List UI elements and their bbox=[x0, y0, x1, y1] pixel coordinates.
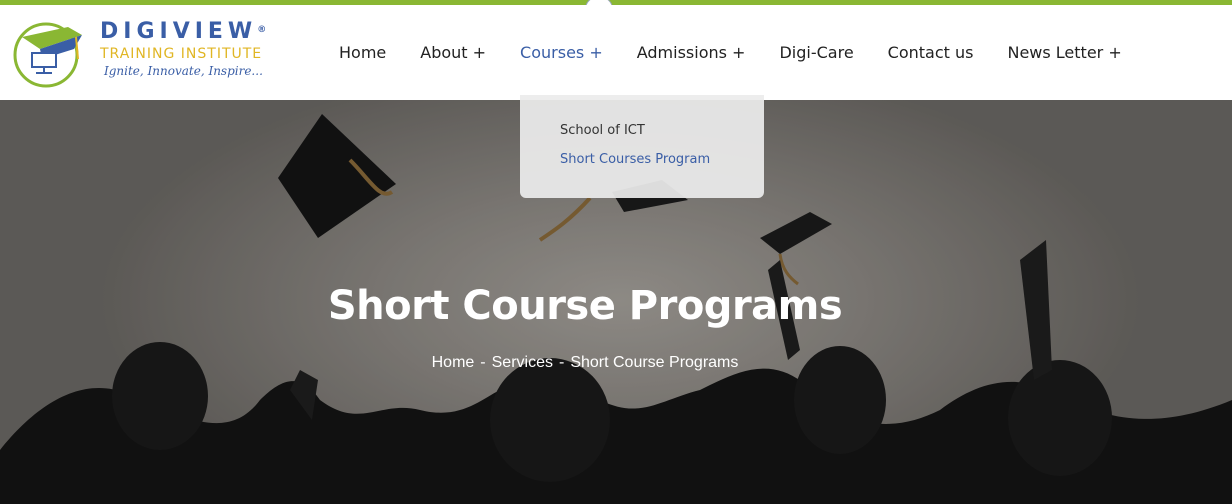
site-header: DIGIVIEW® TRAINING INSTITUTE Ignite, Inn… bbox=[0, 5, 1232, 100]
breadcrumb-home[interactable]: Home bbox=[432, 354, 475, 371]
nav-about[interactable]: About + bbox=[403, 43, 503, 62]
logo[interactable]: DIGIVIEW® TRAINING INSTITUTE Ignite, Inn… bbox=[12, 19, 282, 89]
breadcrumb-separator: - bbox=[558, 354, 565, 371]
main-nav: Home About + Courses + Admissions + Digi… bbox=[322, 43, 1139, 62]
brand-name: DIGIVIEW bbox=[100, 19, 258, 44]
graduation-cap-monitor-icon bbox=[13, 22, 82, 88]
page-title: Short Course Programs bbox=[327, 283, 843, 329]
breadcrumb-services[interactable]: Services bbox=[492, 354, 553, 371]
nav-home[interactable]: Home bbox=[322, 43, 403, 62]
nav-news-letter[interactable]: News Letter + bbox=[990, 43, 1138, 62]
breadcrumb-current: Short Course Programs bbox=[570, 354, 739, 371]
breadcrumb: Home - Services - Short Course Programs bbox=[0, 354, 1170, 372]
nav-contact-us[interactable]: Contact us bbox=[871, 43, 991, 62]
registered-mark: ® bbox=[257, 25, 267, 35]
nav-admissions[interactable]: Admissions + bbox=[620, 43, 763, 62]
dropdown-item-school-of-ict[interactable]: School of ICT bbox=[520, 121, 764, 150]
brand-subtitle: TRAINING INSTITUTE bbox=[100, 46, 263, 62]
brand-tagline: Ignite, Innovate, Inspire... bbox=[104, 64, 263, 78]
breadcrumb-separator: - bbox=[480, 354, 486, 371]
nav-digi-care[interactable]: Digi-Care bbox=[762, 43, 870, 62]
courses-dropdown-menu: School of ICT Short Courses Program bbox=[520, 95, 764, 198]
dropdown-item-short-courses-program[interactable]: Short Courses Program bbox=[520, 150, 764, 179]
nav-courses[interactable]: Courses + bbox=[503, 43, 620, 62]
